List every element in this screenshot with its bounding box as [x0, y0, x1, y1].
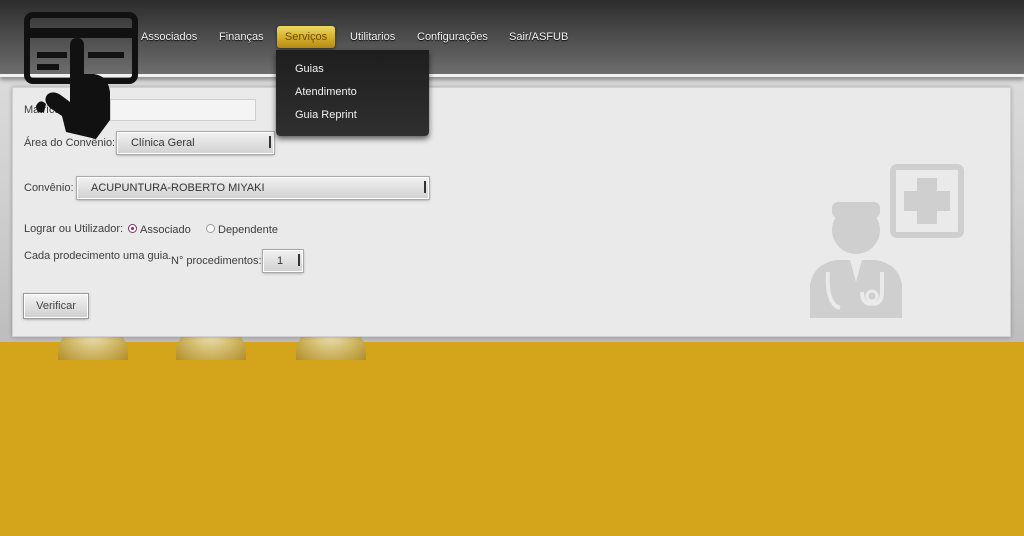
logrador-label: Lograr ou Utilizador: [24, 223, 124, 235]
servicos-dropdown-menu: Guias Atendimento Guia Reprint [276, 50, 429, 136]
chevron-down-icon [424, 181, 426, 193]
convenio-label: Convênio: [24, 182, 74, 194]
card-hand-icon [24, 12, 138, 139]
convenio-select[interactable]: ACUPUNTURA-ROBERTO MIYAKI [76, 176, 430, 200]
num-procedimentos-select[interactable]: 1 [262, 249, 304, 273]
nav-utilitarios[interactable]: Utilitarios [344, 26, 401, 48]
num-procedimentos-label: N° procedimentos: [171, 255, 262, 267]
num-procedimentos-value: 1 [277, 255, 284, 267]
convenio-select-value: ACUPUNTURA-ROBERTO MIYAKI [91, 182, 265, 194]
chevron-down-icon [269, 136, 271, 148]
associado-radio[interactable] [128, 224, 137, 233]
dependente-radio[interactable] [206, 224, 215, 233]
doctor-medical-cross-icon [810, 164, 964, 318]
cada-procedimento-label: Cada prodecimento uma guia. [24, 250, 172, 262]
menu-item-atendimento[interactable]: Atendimento [295, 86, 357, 98]
nav-financas[interactable]: Finanças [213, 26, 270, 48]
dependente-radio-label: Dependente [218, 224, 278, 236]
chevron-down-icon [298, 254, 300, 266]
menu-item-guias[interactable]: Guias [295, 63, 324, 75]
guide-form-panel: Matrícula: Área do Convênio: Clínica Ger… [12, 87, 1011, 337]
menu-item-guia-reprint[interactable]: Guia Reprint [295, 109, 357, 121]
nav-sair[interactable]: Sair/ASFUB [503, 26, 574, 48]
verificar-button[interactable]: Verificar [23, 293, 89, 319]
nav-servicos[interactable]: Serviços [277, 26, 335, 48]
associado-radio-label: Associado [140, 224, 191, 236]
nav-configuracoes[interactable]: Configurações [411, 26, 494, 48]
top-nav-bar: Associados Finanças Serviços Utilitarios… [0, 0, 1024, 77]
nav-associados[interactable]: Associados [135, 26, 203, 48]
